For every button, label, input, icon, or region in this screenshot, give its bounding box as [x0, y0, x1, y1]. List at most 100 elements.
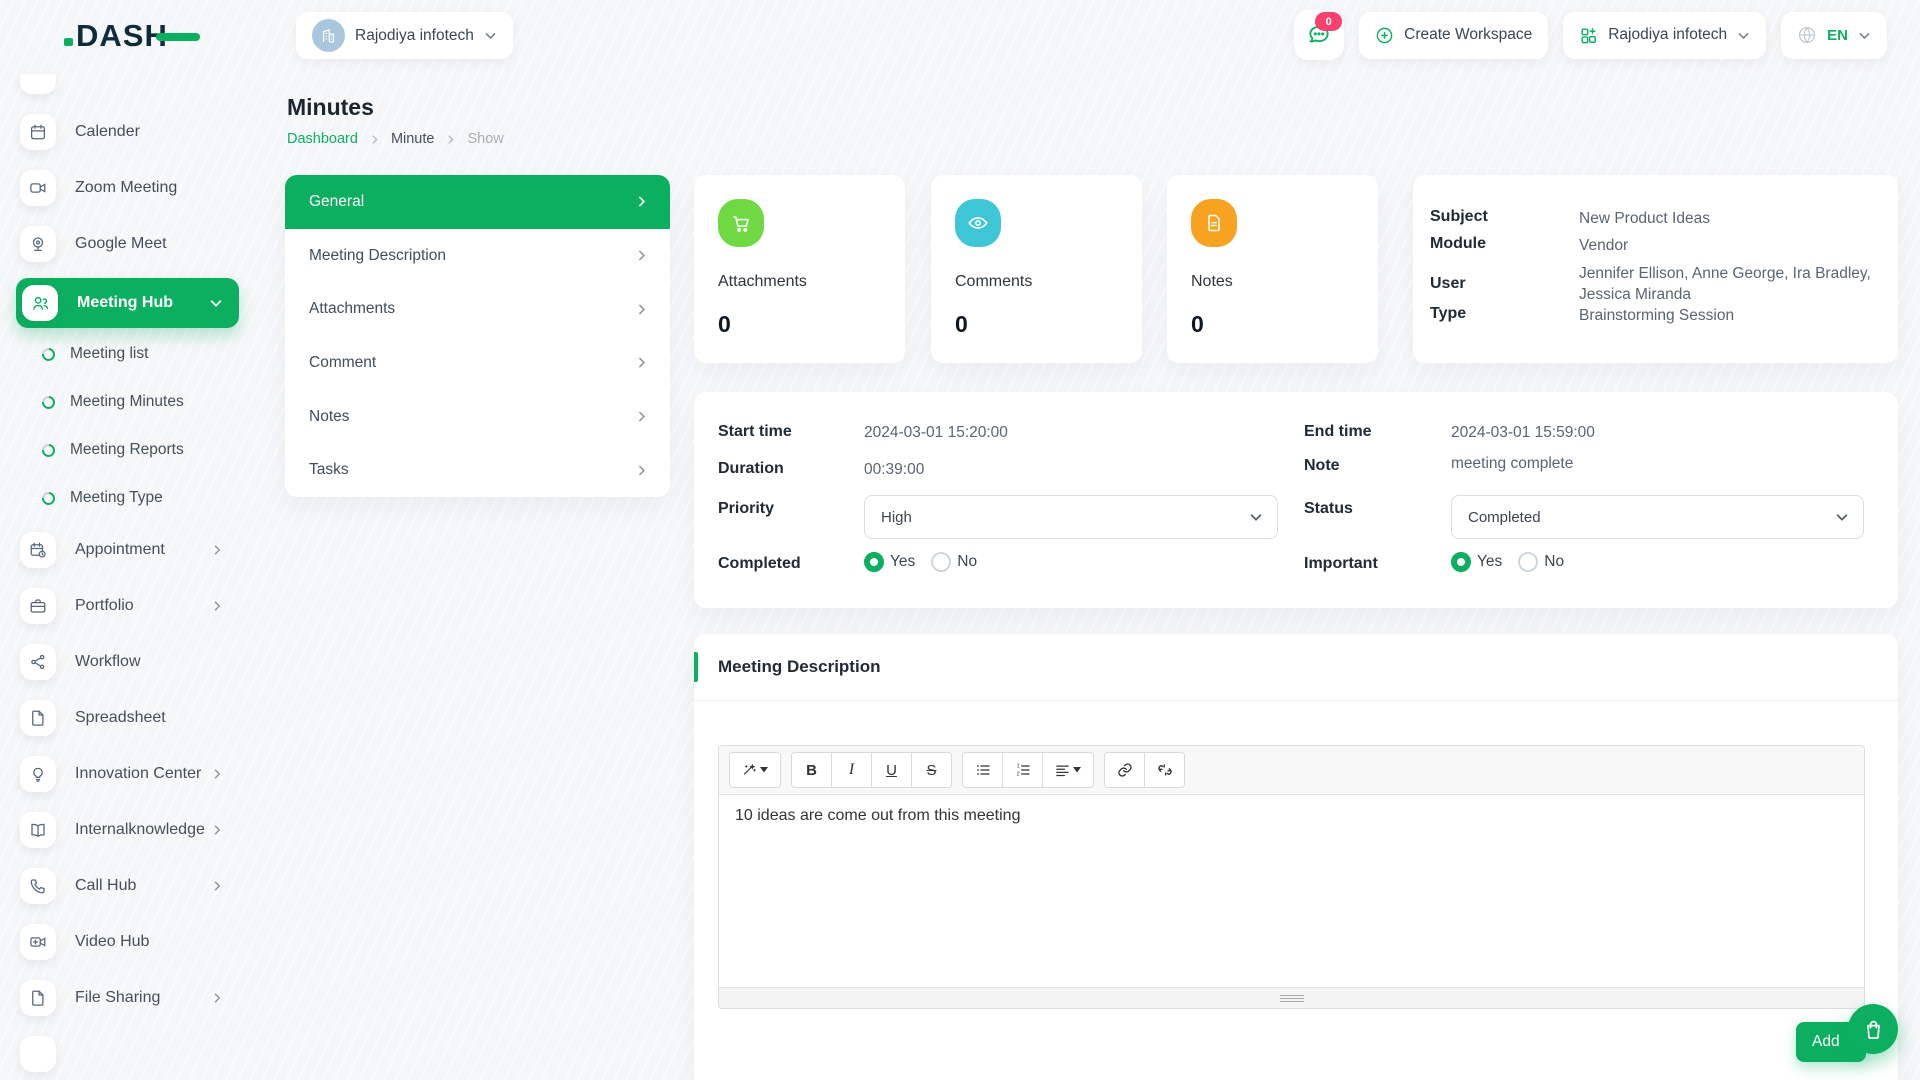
breadcrumb-current: Show [467, 131, 503, 147]
italic-button[interactable]: I [832, 753, 872, 787]
overview-label: Subject [1430, 208, 1579, 229]
tab-label: Attachments [309, 300, 395, 318]
status-label: Status [1304, 500, 1353, 518]
sidebar-item-meeting-minutes[interactable]: Meeting Minutes [16, 384, 239, 420]
sidebar-item-innovation-center[interactable]: Innovation Center [16, 752, 239, 796]
duration-value: 00:39:00 [864, 461, 924, 479]
tab-label: Notes [309, 408, 350, 426]
paragraph-group: 12 [962, 752, 1094, 788]
meeting-details-card: Start time 2024-03-01 15:20:00 End time … [694, 392, 1898, 608]
sidebar-item-meeting-reports[interactable]: Meeting Reports [16, 432, 239, 468]
dash-logo[interactable]: DASH [64, 18, 200, 54]
sidebar-subitem-label: Meeting Minutes [70, 393, 184, 411]
chevron-down-icon [1835, 510, 1849, 524]
company-switcher[interactable]: Rajodiya infotech [1563, 12, 1766, 59]
sidebar-subitem-label: Meeting Type [70, 489, 163, 507]
tab-general[interactable]: General [285, 175, 670, 229]
unlink-button[interactable] [1145, 753, 1184, 787]
important-yes-radio[interactable] [1451, 552, 1471, 572]
important-radio-group: Yes No [1451, 552, 1564, 572]
completed-yes-radio[interactable] [864, 552, 884, 572]
magic-style-button[interactable] [730, 753, 780, 787]
important-no-radio[interactable] [1518, 552, 1538, 572]
strikethrough-button[interactable]: S [912, 753, 951, 787]
tab-tasks[interactable]: Tasks [285, 443, 670, 497]
tab-notes[interactable]: Notes [285, 390, 670, 444]
sidebar-item-meeting-hub[interactable]: Meeting Hub [16, 278, 239, 328]
messages-button[interactable]: 0 [1294, 10, 1344, 60]
sidebar-item-zoom-meeting[interactable]: Zoom Meeting [16, 166, 239, 210]
bold-button[interactable]: B [792, 753, 832, 787]
language-selector[interactable]: EN [1781, 12, 1887, 59]
priority-select[interactable]: High [864, 495, 1278, 539]
ordered-list-button[interactable]: 12 [1003, 753, 1043, 787]
sidebar-item-call-hub[interactable]: Call Hub [16, 864, 239, 908]
create-workspace-button[interactable]: Create Workspace [1359, 12, 1548, 59]
unordered-list-button[interactable] [963, 753, 1003, 787]
cart-fab-button[interactable] [1848, 1004, 1898, 1054]
sidebar-item-spreadsheet[interactable]: Spreadsheet [16, 696, 239, 740]
underline-button[interactable]: U [872, 753, 912, 787]
stat-value: 0 [1191, 311, 1354, 338]
workspace-switcher[interactable]: Rajodiya infotech [296, 12, 513, 59]
sidebar-item-label: Spreadsheet [75, 709, 166, 727]
chevron-right-icon [635, 303, 648, 316]
sidebar-item-meeting-type[interactable]: Meeting Type [16, 480, 239, 516]
chevron-right-icon [211, 880, 223, 892]
chevron-right-icon [369, 134, 380, 145]
priority-selected-value: High [881, 509, 912, 526]
breadcrumb-dashboard-link[interactable]: Dashboard [287, 131, 358, 147]
overview-value: Vendor [1579, 235, 1891, 256]
bullet-icon [39, 441, 57, 459]
font-style-group: B I U S [791, 752, 952, 788]
cart-icon [718, 199, 764, 247]
section-accent-bar [694, 652, 698, 682]
workspace-name: Rajodiya infotech [355, 27, 474, 45]
bullet-icon [39, 489, 57, 507]
sidebar-subitem-label: Meeting Reports [70, 441, 184, 459]
link-button[interactable] [1105, 753, 1145, 787]
status-selected-value: Completed [1468, 509, 1541, 526]
paragraph-align-button[interactable] [1043, 753, 1093, 787]
unlink-icon [1157, 762, 1173, 778]
chevron-down-icon [209, 296, 223, 310]
logo-green-dot [64, 38, 73, 46]
editor-content[interactable]: 10 ideas are come out from this meeting [719, 795, 1864, 987]
sidebar-item-google-meet[interactable]: Google Meet [16, 222, 239, 266]
logo-green-dash [156, 33, 200, 41]
language-code: EN [1827, 27, 1848, 44]
sidebar-item-video-hub[interactable]: Video Hub [16, 920, 239, 964]
sidebar-item-calender[interactable]: Calender [16, 110, 239, 154]
list-ul-icon [975, 762, 991, 778]
editor-resize-bar[interactable] [719, 987, 1864, 1008]
sidebar-item-portfolio[interactable]: Portfolio [16, 584, 239, 628]
sidebar-item-label: Workflow [75, 653, 141, 671]
style-group [729, 752, 781, 788]
overview-row-user: User Jennifer Ellison, Anne George, Ira … [1430, 263, 1891, 305]
tab-meeting-description[interactable]: Meeting Description [285, 229, 670, 283]
sidebar-item-file-sharing[interactable]: File Sharing [16, 976, 239, 1020]
breadcrumb-minute-link[interactable]: Minute [391, 131, 435, 147]
webcam-icon [20, 226, 56, 262]
sidebar-item-workflow[interactable]: Workflow [16, 640, 239, 684]
app-root: DASH Rajodiya infotech 0 Create Workspac… [0, 0, 1920, 1080]
sidebar-item-internalknowledge[interactable]: Internalknowledge [16, 808, 239, 852]
tab-attachments[interactable]: Attachments [285, 282, 670, 336]
chevron-down-icon [1737, 29, 1750, 42]
radio-label-yes: Yes [890, 553, 915, 571]
overview-value: Brainstorming Session [1579, 305, 1891, 326]
logo-text: DASH [76, 18, 168, 54]
building-icon [320, 27, 337, 44]
shopping-bag-icon [1862, 1018, 1885, 1041]
tab-label: Tasks [309, 461, 349, 479]
tab-comment[interactable]: Comment [285, 336, 670, 390]
sidebar-item-label: Meeting Hub [77, 294, 173, 312]
sidebar-item-meeting-list[interactable]: Meeting list [16, 336, 239, 372]
completed-no-radio[interactable] [931, 552, 951, 572]
drag-handle-icon [1280, 995, 1304, 1002]
rich-text-editor: B I U S 12 [718, 745, 1865, 1009]
radio-label-no: No [957, 553, 977, 571]
sidebar-item-appointment[interactable]: Appointment [16, 528, 239, 572]
stat-value: 0 [718, 311, 881, 338]
status-select[interactable]: Completed [1451, 495, 1864, 539]
